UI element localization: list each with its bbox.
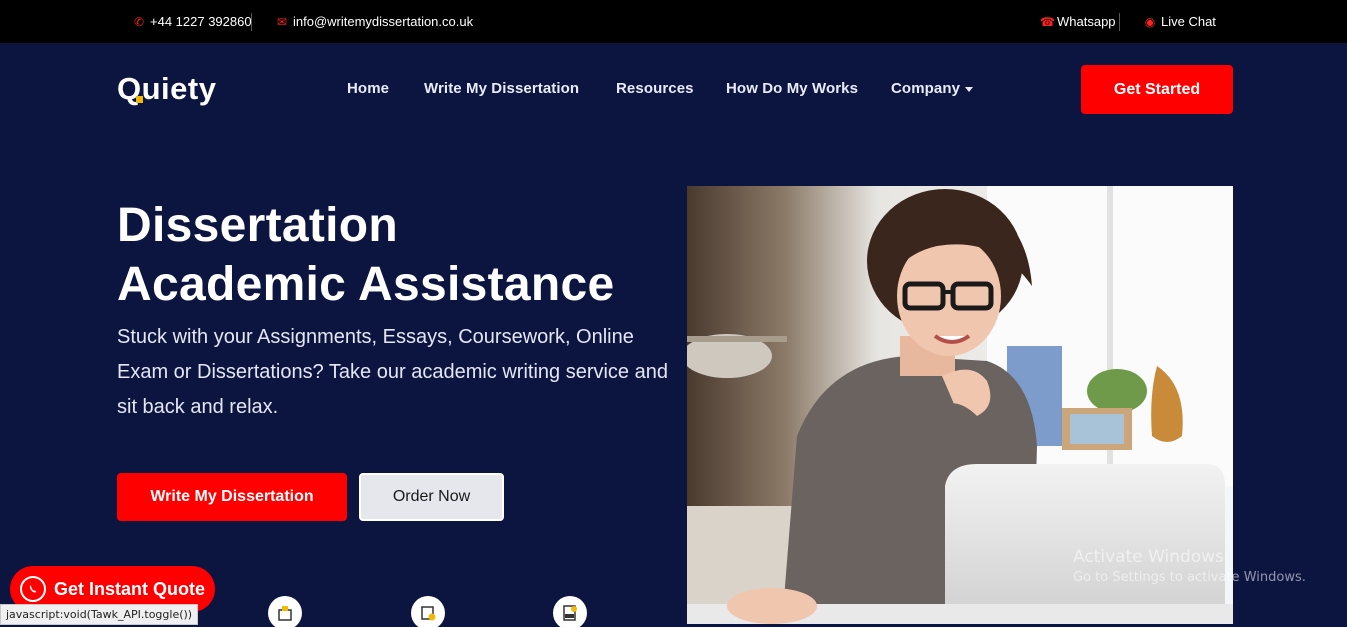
email-address: info@writemydissertation.co.uk <box>293 14 474 29</box>
caret-down-icon <box>965 86 974 92</box>
nav-company-label: Company <box>891 80 961 97</box>
whatsapp-label: Whatsapp <box>1057 14 1116 29</box>
write-my-dissertation-button[interactable]: Write My Dissertation <box>117 473 347 521</box>
order-now-button[interactable]: Order Now <box>359 473 504 521</box>
logo-dot-icon <box>135 96 143 103</box>
nav-write-my-dissertation[interactable]: Write My Dissertation <box>424 80 579 97</box>
watermark-subtitle: Go to Settings to activate Windows. <box>1073 570 1306 585</box>
logo-text: uiety <box>141 71 217 106</box>
nav-resources[interactable]: Resources <box>616 80 694 97</box>
divider <box>251 13 252 31</box>
phone-icon: ✆ <box>133 14 145 29</box>
instant-quote-label: Get Instant Quote <box>54 578 206 599</box>
live-chat-label: Live Chat <box>1161 14 1216 29</box>
email-link[interactable]: ✉ info@writemydissertation.co.uk <box>276 14 473 29</box>
nav-home[interactable]: Home <box>347 80 389 97</box>
divider <box>1119 13 1120 31</box>
hero-title-line2: Academic Assistance <box>117 258 615 311</box>
browser-status-bar: javascript:void(Tawk_API.toggle()) <box>0 604 199 625</box>
whatsapp-link[interactable]: ☎ Whatsapp <box>1040 14 1116 29</box>
nav-company-dropdown[interactable]: Company <box>891 80 974 97</box>
nav-how-do-my-works[interactable]: How Do My Works <box>726 80 858 97</box>
hero-title: Dissertation Academic Assistance <box>117 196 677 314</box>
pdf-document-icon <box>553 596 587 627</box>
windows-activation-watermark: Activate Windows Go to Settings to activ… <box>1073 547 1306 585</box>
live-chat-link[interactable]: ◉ Live Chat <box>1144 14 1216 29</box>
watermark-title: Activate Windows <box>1073 547 1224 567</box>
get-started-button[interactable]: Get Started <box>1081 65 1233 114</box>
phone-link[interactable]: ✆ +44 1227 392860 <box>133 14 252 29</box>
writer-feature-icon <box>268 596 302 627</box>
hero-subtitle: Stuck with your Assignments, Essays, Cou… <box>117 326 668 418</box>
whatsapp-icon <box>20 576 46 602</box>
hero-title-line1: Dissertation <box>117 199 399 252</box>
envelope-icon: ✉ <box>276 14 288 29</box>
top-contact-bar: ✆ +44 1227 392860 ✉ info@writemydisserta… <box>0 0 1347 43</box>
site-logo[interactable]: Quiety <box>117 73 216 104</box>
save-document-icon <box>411 596 445 627</box>
chat-icon: ◉ <box>1144 14 1156 29</box>
logo-mark: Q <box>117 71 143 106</box>
whatsapp-icon: ☎ <box>1040 14 1055 29</box>
phone-number: +44 1227 392860 <box>150 14 252 29</box>
